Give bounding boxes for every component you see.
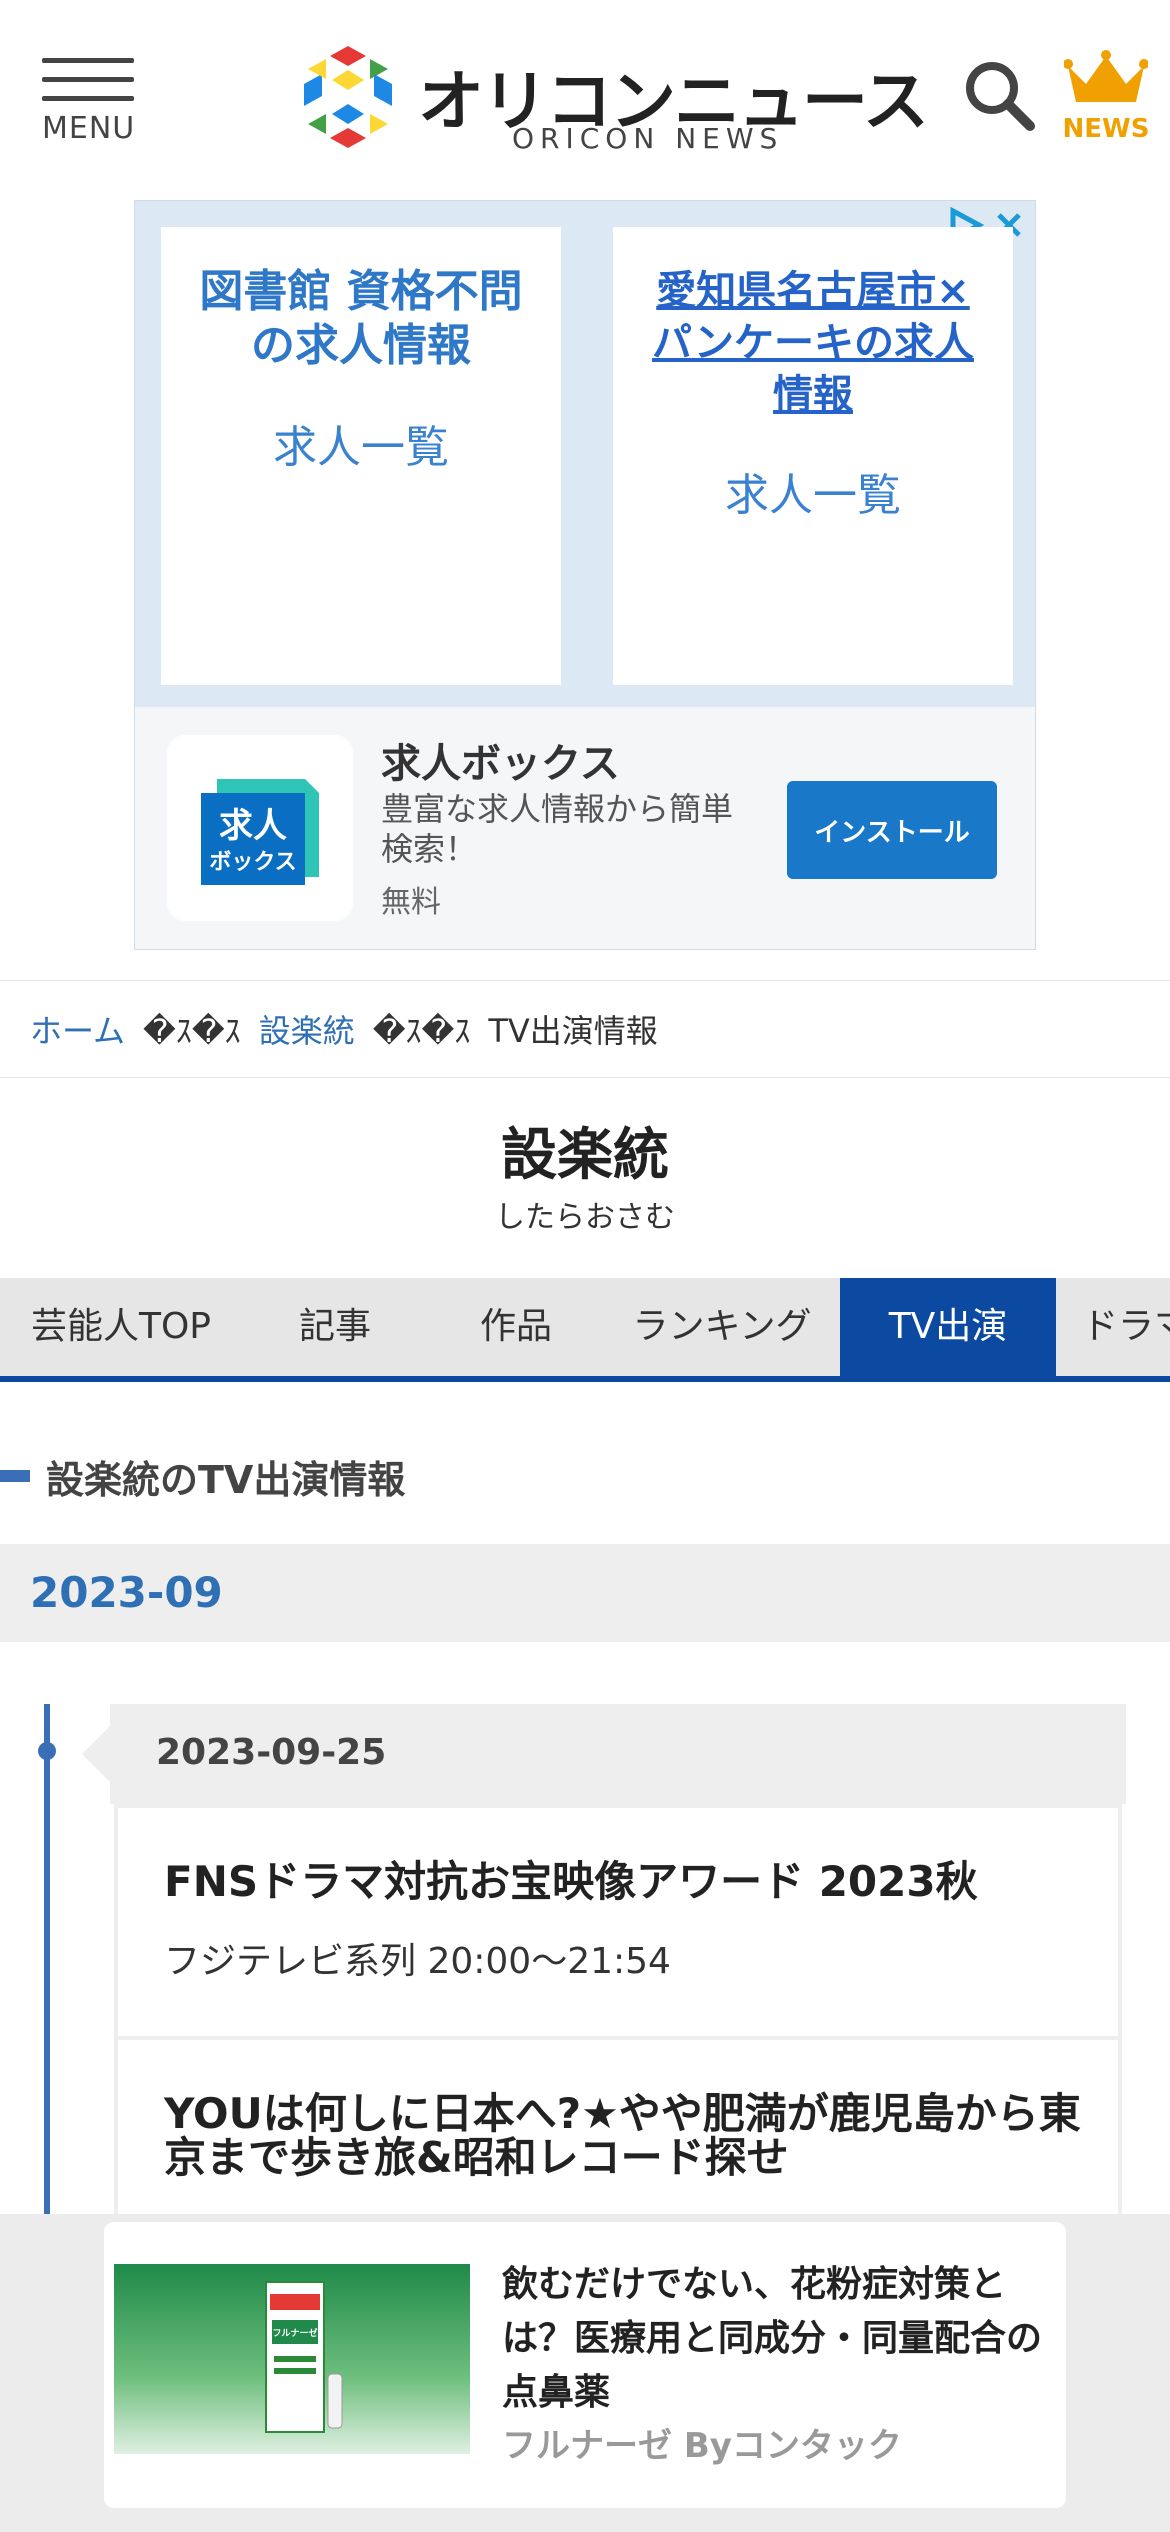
program-title: YOUは何しに日本へ?★やや肥満が鹿児島から東京まで歩き旅&昭和レコード探せ	[164, 2089, 1081, 2182]
tab-articles[interactable]: 記事	[242, 1278, 428, 1376]
section-marker	[0, 1470, 30, 1482]
tab-drama[interactable]: ドラマ	[1082, 1278, 1170, 1376]
breadcrumb-person[interactable]: 設楽統	[259, 1006, 355, 1052]
ad-card-pancake-jobs[interactable]: 愛知県名古屋市×パンケーキの求人情報 求人一覧	[613, 227, 1013, 685]
page-title: 設楽統	[501, 1123, 669, 1188]
program-item[interactable]: FNSドラマ対抗お宝映像アワード 2023秋 フジテレビ系列 20:00〜21:…	[118, 1808, 1118, 2036]
crown-icon	[1063, 50, 1149, 102]
product-label: フルナーゼ	[272, 2327, 317, 2339]
breadcrumb-current: TV出演情報	[488, 1012, 658, 1050]
kyujin-box-app-icon: 求人 ボックス	[201, 779, 319, 885]
app-install-banner: 求人 ボックス 求人ボックス 豊富な求人情報から簡単検索！ 無料 インストール	[135, 707, 1035, 949]
breadcrumb-separator: �ｽ�ｽ	[372, 1012, 471, 1050]
logo-subtext: ORICON NEWS	[512, 122, 784, 155]
oricon-news-logo[interactable]: オリコンニュース ORICON NEWS	[296, 42, 929, 155]
tab-celebrity-top[interactable]: 芸能人TOP	[0, 1278, 242, 1376]
menu-label: MENU	[42, 111, 136, 146]
section-heading: 設楽統のTV出演情報	[0, 1446, 405, 1506]
program-channel-time: フジテレビ系列 20:00〜21:54	[164, 1941, 671, 1982]
app-icon-text-line1: 求人	[219, 806, 287, 846]
nasal-spray-product-image: フルナーゼ	[114, 2264, 470, 2454]
timeline-line	[44, 1704, 50, 2224]
ranking-news-button[interactable]: NEWS	[1058, 50, 1154, 150]
sticky-bottom-ad[interactable]: フルナーゼ 飲むだけでない、花粉症対策とは？医療用と同成分・同量配合の点鼻薬 フ…	[104, 2222, 1066, 2508]
search-button[interactable]	[962, 58, 1038, 134]
breadcrumb: ホーム �ｽ�ｽ 設楽統 �ｽ�ｽ TV出演情報	[0, 980, 1170, 1078]
timeline-dot	[38, 1742, 56, 1760]
app-price: 無料	[381, 885, 441, 920]
app-icon-text-line2: ボックス	[209, 850, 296, 875]
sticky-ad-sponsor: フルナーゼ Byコンタック	[502, 2426, 902, 2466]
site-header: MENU オリコンニュース ORICON NEWS NEWS	[0, 0, 1170, 190]
tab-ranking[interactable]: ランキング	[604, 1278, 840, 1376]
ad-card-library-jobs[interactable]: 図書館 資格不問の求人情報 求人一覧	[161, 227, 561, 685]
news-label: NEWS	[1062, 114, 1150, 144]
breadcrumb-home[interactable]: ホーム	[30, 1006, 125, 1052]
ad-card-link[interactable]: 求人一覧	[613, 459, 1013, 523]
display-ad: 図書館 資格不問の求人情報 求人一覧 愛知県名古屋市×パンケーキの求人情報 求人…	[134, 200, 1036, 950]
install-button[interactable]: インストール	[787, 781, 997, 879]
app-name: 求人ボックス	[381, 741, 620, 787]
oricon-logo-mark-icon	[304, 46, 392, 148]
tab-tv-appearances[interactable]: TV出演	[840, 1278, 1056, 1376]
profile-tabs: 芸能人TOP 記事 作品 ランキング TV出演 ドラマ	[0, 1278, 1170, 1382]
app-description: 豊富な求人情報から簡単検索！	[381, 790, 734, 868]
menu-button[interactable]: MENU	[42, 58, 138, 148]
date-header: 2023-09-25	[82, 1704, 1126, 1804]
month-header: 2023-09	[0, 1544, 1170, 1642]
section-title: 設楽統のTV出演情報	[46, 1457, 406, 1502]
schedule-date: 2023-09-25	[156, 1732, 387, 1773]
ad-card-link[interactable]: 求人一覧	[161, 411, 561, 475]
ad-card-title[interactable]: 愛知県名古屋市×パンケーキの求人情報	[613, 265, 1013, 421]
name-reading: したらおさむ	[495, 1200, 675, 1235]
app-icon-frame[interactable]: 求人 ボックス	[167, 735, 353, 921]
search-icon	[966, 62, 1035, 131]
tab-works[interactable]: 作品	[428, 1278, 604, 1376]
ad-card-title: 図書館 資格不問の求人情報	[199, 266, 523, 371]
hamburger-icon	[42, 58, 138, 101]
program-title: FNSドラマ対抗お宝映像アワード 2023秋	[164, 1857, 978, 1906]
program-list: FNSドラマ対抗お宝映像アワード 2023秋 フジテレビ系列 20:00〜21:…	[114, 1804, 1122, 2260]
sticky-ad-title: 飲むだけでない、花粉症対策とは？医療用と同成分・同量配合の点鼻薬	[502, 2264, 1043, 2413]
breadcrumb-separator: �ｽ�ｽ	[143, 1012, 241, 1050]
